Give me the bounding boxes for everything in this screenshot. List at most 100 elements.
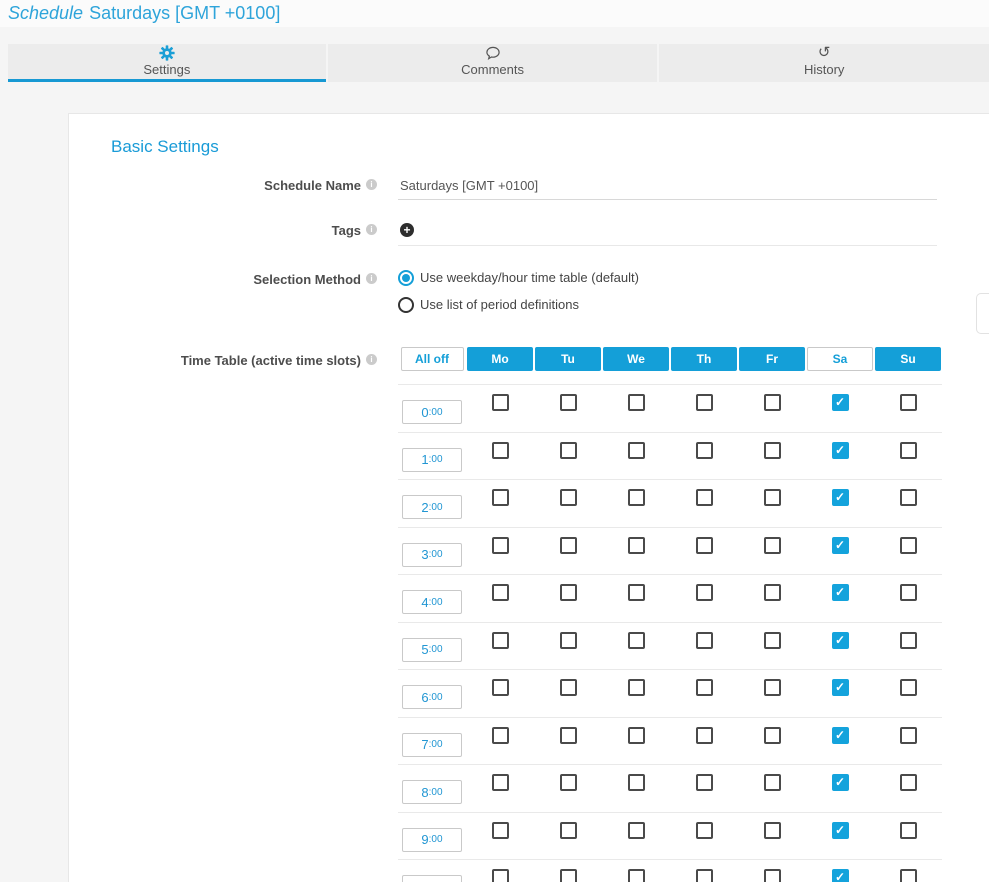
timeslot-checkbox-tu-7[interactable]: [560, 727, 577, 744]
timeslot-checkbox-su-10[interactable]: [900, 869, 917, 882]
timeslot-checkbox-tu-2[interactable]: [560, 489, 577, 506]
timeslot-checkbox-tu-10[interactable]: [560, 869, 577, 882]
timeslot-checkbox-fr-6[interactable]: [764, 679, 781, 696]
hour-button-10[interactable]: 10:00: [402, 875, 462, 882]
timeslot-checkbox-sa-6[interactable]: ✓: [832, 679, 849, 696]
day-button-mo[interactable]: Mo: [467, 347, 533, 371]
info-icon[interactable]: i: [366, 179, 377, 190]
timeslot-checkbox-su-3[interactable]: [900, 537, 917, 554]
timeslot-checkbox-mo-8[interactable]: [492, 774, 509, 791]
timeslot-checkbox-fr-1[interactable]: [764, 442, 781, 459]
radio-option-timetable[interactable]: Use weekday/hour time table (default): [398, 270, 937, 286]
timeslot-checkbox-th-8[interactable]: [696, 774, 713, 791]
timeslot-checkbox-th-1[interactable]: [696, 442, 713, 459]
timeslot-checkbox-su-7[interactable]: [900, 727, 917, 744]
timeslot-checkbox-tu-5[interactable]: [560, 632, 577, 649]
hour-button-6[interactable]: 6:00: [402, 685, 462, 709]
timeslot-checkbox-sa-3[interactable]: ✓: [832, 537, 849, 554]
timeslot-checkbox-mo-6[interactable]: [492, 679, 509, 696]
hour-button-0[interactable]: 0:00: [402, 400, 462, 424]
side-panel-handle[interactable]: [976, 293, 989, 334]
timeslot-checkbox-we-9[interactable]: [628, 822, 645, 839]
timeslot-checkbox-we-8[interactable]: [628, 774, 645, 791]
radio-selected-icon[interactable]: [398, 270, 414, 286]
timeslot-checkbox-mo-9[interactable]: [492, 822, 509, 839]
timeslot-checkbox-fr-4[interactable]: [764, 584, 781, 601]
hour-button-3[interactable]: 3:00: [402, 543, 462, 567]
timeslot-checkbox-th-6[interactable]: [696, 679, 713, 696]
timeslot-checkbox-sa-1[interactable]: ✓: [832, 442, 849, 459]
timeslot-checkbox-su-1[interactable]: [900, 442, 917, 459]
radio-unselected-icon[interactable]: [398, 297, 414, 313]
info-icon[interactable]: i: [366, 354, 377, 365]
timeslot-checkbox-tu-9[interactable]: [560, 822, 577, 839]
timeslot-checkbox-we-6[interactable]: [628, 679, 645, 696]
timeslot-checkbox-su-5[interactable]: [900, 632, 917, 649]
timeslot-checkbox-we-0[interactable]: [628, 394, 645, 411]
timeslot-checkbox-fr-0[interactable]: [764, 394, 781, 411]
timeslot-checkbox-tu-8[interactable]: [560, 774, 577, 791]
timeslot-checkbox-su-9[interactable]: [900, 822, 917, 839]
timeslot-checkbox-th-5[interactable]: [696, 632, 713, 649]
all-off-button[interactable]: All off: [401, 347, 464, 371]
timeslot-checkbox-we-7[interactable]: [628, 727, 645, 744]
add-tag-icon[interactable]: +: [400, 223, 414, 237]
hour-button-5[interactable]: 5:00: [402, 638, 462, 662]
timeslot-checkbox-tu-6[interactable]: [560, 679, 577, 696]
timeslot-checkbox-mo-5[interactable]: [492, 632, 509, 649]
timeslot-checkbox-fr-10[interactable]: [764, 869, 781, 882]
timeslot-checkbox-mo-3[interactable]: [492, 537, 509, 554]
timeslot-checkbox-fr-8[interactable]: [764, 774, 781, 791]
timeslot-checkbox-we-2[interactable]: [628, 489, 645, 506]
timeslot-checkbox-sa-0[interactable]: ✓: [832, 394, 849, 411]
timeslot-checkbox-fr-5[interactable]: [764, 632, 781, 649]
radio-option-periods[interactable]: Use list of period definitions: [398, 297, 937, 313]
timeslot-checkbox-fr-2[interactable]: [764, 489, 781, 506]
day-button-sa[interactable]: Sa: [807, 347, 873, 371]
timeslot-checkbox-sa-5[interactable]: ✓: [832, 632, 849, 649]
day-button-tu[interactable]: Tu: [535, 347, 601, 371]
hour-button-8[interactable]: 8:00: [402, 780, 462, 804]
timeslot-checkbox-sa-4[interactable]: ✓: [832, 584, 849, 601]
timeslot-checkbox-tu-1[interactable]: [560, 442, 577, 459]
timeslot-checkbox-th-3[interactable]: [696, 537, 713, 554]
tags-input[interactable]: +: [398, 221, 937, 246]
timeslot-checkbox-we-1[interactable]: [628, 442, 645, 459]
hour-button-9[interactable]: 9:00: [402, 828, 462, 852]
timeslot-checkbox-fr-3[interactable]: [764, 537, 781, 554]
schedule-name-input[interactable]: Saturdays [GMT +0100]: [398, 176, 937, 200]
day-button-th[interactable]: Th: [671, 347, 737, 371]
timeslot-checkbox-fr-7[interactable]: [764, 727, 781, 744]
timeslot-checkbox-th-7[interactable]: [696, 727, 713, 744]
timeslot-checkbox-tu-0[interactable]: [560, 394, 577, 411]
timeslot-checkbox-th-4[interactable]: [696, 584, 713, 601]
day-button-fr[interactable]: Fr: [739, 347, 805, 371]
timeslot-checkbox-su-2[interactable]: [900, 489, 917, 506]
day-button-we[interactable]: We: [603, 347, 669, 371]
timeslot-checkbox-sa-10[interactable]: ✓: [832, 869, 849, 882]
timeslot-checkbox-sa-7[interactable]: ✓: [832, 727, 849, 744]
timeslot-checkbox-th-9[interactable]: [696, 822, 713, 839]
timeslot-checkbox-we-5[interactable]: [628, 632, 645, 649]
timeslot-checkbox-su-0[interactable]: [900, 394, 917, 411]
timeslot-checkbox-sa-9[interactable]: ✓: [832, 822, 849, 839]
timeslot-checkbox-sa-8[interactable]: ✓: [832, 774, 849, 791]
timeslot-checkbox-mo-2[interactable]: [492, 489, 509, 506]
timeslot-checkbox-th-2[interactable]: [696, 489, 713, 506]
timeslot-checkbox-mo-10[interactable]: [492, 869, 509, 882]
timeslot-checkbox-th-10[interactable]: [696, 869, 713, 882]
tab-settings[interactable]: Settings: [8, 44, 326, 82]
hour-button-7[interactable]: 7:00: [402, 733, 462, 757]
tab-comments[interactable]: Comments: [328, 44, 658, 82]
timeslot-checkbox-we-4[interactable]: [628, 584, 645, 601]
day-button-su[interactable]: Su: [875, 347, 941, 371]
tab-history[interactable]: ↺ History: [659, 44, 989, 82]
timeslot-checkbox-sa-2[interactable]: ✓: [832, 489, 849, 506]
timeslot-checkbox-fr-9[interactable]: [764, 822, 781, 839]
timeslot-checkbox-th-0[interactable]: [696, 394, 713, 411]
timeslot-checkbox-mo-7[interactable]: [492, 727, 509, 744]
timeslot-checkbox-we-3[interactable]: [628, 537, 645, 554]
info-icon[interactable]: i: [366, 224, 377, 235]
timeslot-checkbox-mo-1[interactable]: [492, 442, 509, 459]
info-icon[interactable]: i: [366, 273, 377, 284]
